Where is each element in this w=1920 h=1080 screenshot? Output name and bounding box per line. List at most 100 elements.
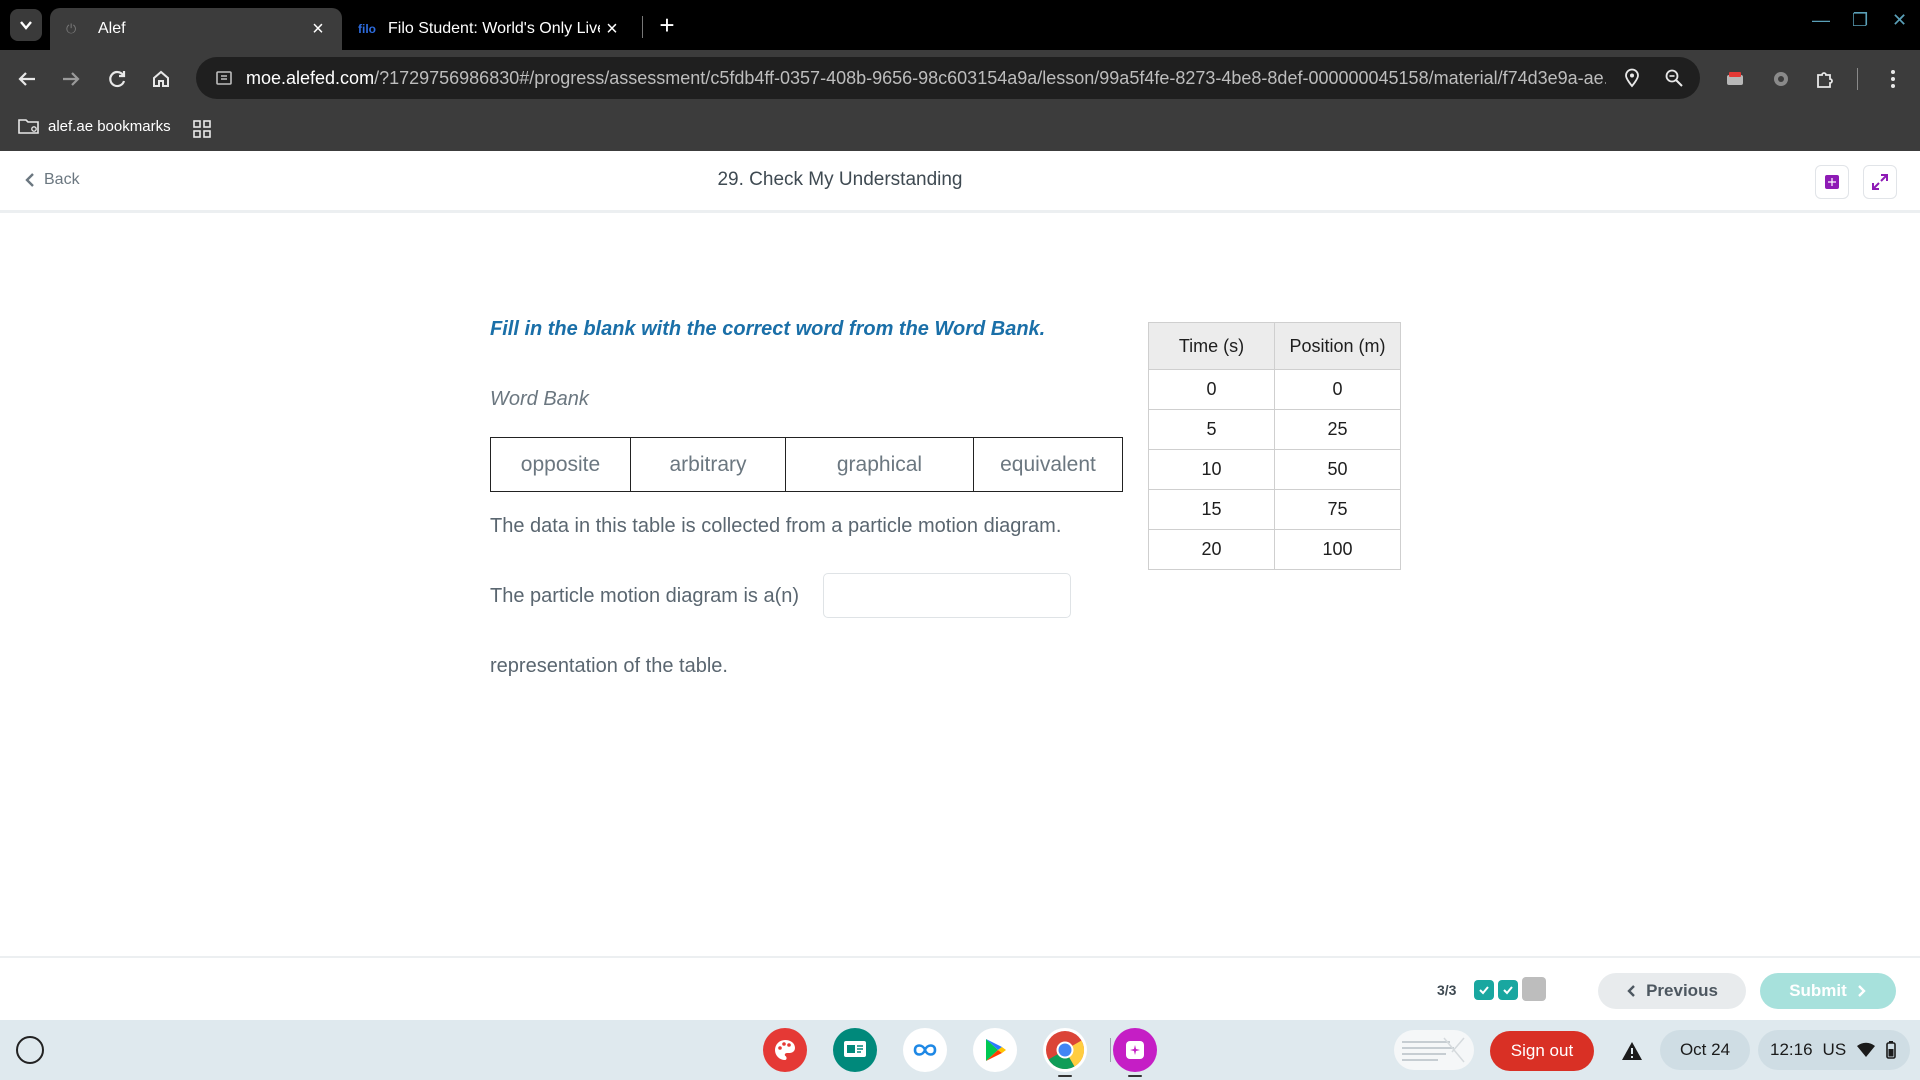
progress-step-done[interactable] xyxy=(1474,980,1494,1000)
progress-step-current[interactable] xyxy=(1522,977,1546,1001)
bookmarks-bar: alef.ae bookmarks xyxy=(0,107,1920,151)
canvas-app-icon[interactable] xyxy=(1113,1028,1157,1072)
running-indicator xyxy=(1128,1075,1142,1077)
fullscreen-button[interactable] xyxy=(1863,165,1897,199)
url-path: /?1729756986830#/progress/assessment/c5f… xyxy=(374,67,1606,88)
art-app-icon[interactable] xyxy=(763,1028,807,1072)
puzzle-icon[interactable] xyxy=(1810,64,1840,94)
sentence-text: The data in this table is collected from… xyxy=(490,515,1062,537)
apps-grid-icon[interactable] xyxy=(192,119,212,143)
close-window-icon[interactable]: ✕ xyxy=(1892,10,1907,31)
clock-time: 12:16 xyxy=(1770,1040,1813,1059)
table-header-row: Time (s) Position (m) xyxy=(1148,322,1401,370)
chrome-icon[interactable] xyxy=(1043,1028,1087,1072)
tab-alef[interactable]: ⏻ Alef × xyxy=(50,8,342,50)
table-cell: 0 xyxy=(1148,369,1275,410)
filo-favicon-icon: filo xyxy=(358,22,376,36)
progress-count: 3/3 xyxy=(1437,982,1457,998)
date-display[interactable]: Oct 24 xyxy=(1660,1030,1750,1070)
table-cell: 20 xyxy=(1148,529,1275,570)
running-indicator xyxy=(1058,1075,1072,1077)
more-menu-icon[interactable] xyxy=(1878,64,1908,94)
status-area[interactable]: 12:16 US xyxy=(1758,1030,1910,1070)
word-bank-label: Word Bank xyxy=(490,388,589,410)
os-shelf: Sign out Oct 24 12:16 US xyxy=(0,1020,1920,1080)
zoom-icon[interactable] xyxy=(1662,66,1686,90)
bookmark-folder[interactable]: alef.ae bookmarks xyxy=(18,117,171,135)
tab-search-button[interactable] xyxy=(10,9,42,41)
sign-out-button[interactable]: Sign out xyxy=(1490,1031,1594,1071)
question-area: Fill in the blank with the correct word … xyxy=(0,213,1920,953)
tote-thumbnail[interactable] xyxy=(1394,1030,1474,1070)
column-header: Time (s) xyxy=(1148,322,1275,370)
book-icon xyxy=(1825,175,1839,189)
location-pin-icon[interactable] xyxy=(1620,66,1644,90)
warning-icon[interactable] xyxy=(1612,1031,1652,1071)
submit-label: Submit xyxy=(1789,981,1847,1000)
lesson-page: Back 29. Check My Understanding Fill in … xyxy=(0,151,1920,1020)
chevron-right-icon xyxy=(1857,985,1866,997)
page-header: Back 29. Check My Understanding xyxy=(0,151,1920,213)
close-icon[interactable]: × xyxy=(306,18,330,41)
word-bank: opposite arbitrary graphical equivalent xyxy=(490,437,1123,492)
data-table: Time (s) Position (m) 00 5 25 10 50 15 75 2… xyxy=(1148,322,1401,570)
bookmark-label: alef.ae bookmarks xyxy=(48,117,171,135)
table-row: 5 25 xyxy=(1148,409,1401,450)
glossary-button[interactable] xyxy=(1815,165,1849,199)
toolbar-divider xyxy=(1857,68,1858,90)
bookmark-folder-icon xyxy=(18,119,39,134)
fill-in-blank-input[interactable] xyxy=(823,573,1071,618)
home-icon[interactable] xyxy=(146,64,176,94)
word-option[interactable]: arbitrary xyxy=(631,438,786,491)
check-icon xyxy=(1503,986,1513,995)
input-locale: US xyxy=(1822,1040,1847,1059)
sentence-text: representation of the table. xyxy=(490,655,728,677)
table-cell: 0 xyxy=(1274,369,1401,410)
tab-title: Filo Student: World's Only Live I xyxy=(388,20,600,37)
lesson-footer: 3/3 Previous Submit xyxy=(0,956,1920,1020)
launcher-icon[interactable] xyxy=(16,1036,44,1064)
back-arrow-icon[interactable] xyxy=(12,64,42,94)
word-option[interactable]: graphical xyxy=(786,438,974,491)
table-cell: 25 xyxy=(1274,409,1401,450)
extension-icon[interactable] xyxy=(1720,64,1750,94)
minimize-icon[interactable]: — xyxy=(1812,10,1830,31)
url-text: moe.alefed.com/?1729756986830#/progress/… xyxy=(246,68,1606,89)
tab-title: Alef xyxy=(98,20,126,37)
forward-arrow-icon[interactable] xyxy=(56,64,86,94)
tab-filo[interactable]: filo Filo Student: World's Only Live I × xyxy=(346,8,636,50)
chevron-left-icon xyxy=(1627,985,1635,997)
check-icon xyxy=(1479,986,1489,995)
table-cell: 75 xyxy=(1274,489,1401,530)
close-icon[interactable]: × xyxy=(600,18,624,41)
address-bar[interactable]: moe.alefed.com/?1729756986830#/progress/… xyxy=(196,57,1700,99)
table-cell: 15 xyxy=(1148,489,1275,530)
table-row: 20 100 xyxy=(1148,529,1401,570)
column-header: Position (m) xyxy=(1274,322,1401,370)
site-info-icon[interactable] xyxy=(212,66,236,90)
play-store-icon[interactable] xyxy=(973,1028,1017,1072)
tab-divider xyxy=(642,16,643,38)
chevron-down-icon xyxy=(20,21,32,30)
table-cell: 50 xyxy=(1274,449,1401,490)
link-app-icon[interactable] xyxy=(903,1028,947,1072)
table-cell: 10 xyxy=(1148,449,1275,490)
expand-icon xyxy=(1872,174,1888,190)
table-row: 15 75 xyxy=(1148,489,1401,530)
previous-button[interactable]: Previous xyxy=(1598,973,1746,1009)
shelf-divider xyxy=(1110,1038,1111,1062)
classroom-app-icon[interactable] xyxy=(833,1028,877,1072)
word-option[interactable]: opposite xyxy=(491,438,631,491)
word-option[interactable]: equivalent xyxy=(974,438,1122,491)
progress-step-done[interactable] xyxy=(1498,980,1518,1000)
new-tab-button[interactable]: + xyxy=(652,10,682,40)
tab-strip: ⏻ Alef × filo Filo Student: World's Only… xyxy=(0,0,1920,50)
reload-icon[interactable] xyxy=(102,64,132,94)
submit-button[interactable]: Submit xyxy=(1760,973,1896,1009)
instruction-text: Fill in the blank with the correct word … xyxy=(490,318,1046,340)
table-cell: 5 xyxy=(1148,409,1275,450)
alef-favicon-icon: ⏻ xyxy=(66,21,77,36)
restore-icon[interactable]: ❐ xyxy=(1852,10,1868,31)
previous-label: Previous xyxy=(1646,981,1718,1000)
extension-icon[interactable] xyxy=(1766,64,1796,94)
